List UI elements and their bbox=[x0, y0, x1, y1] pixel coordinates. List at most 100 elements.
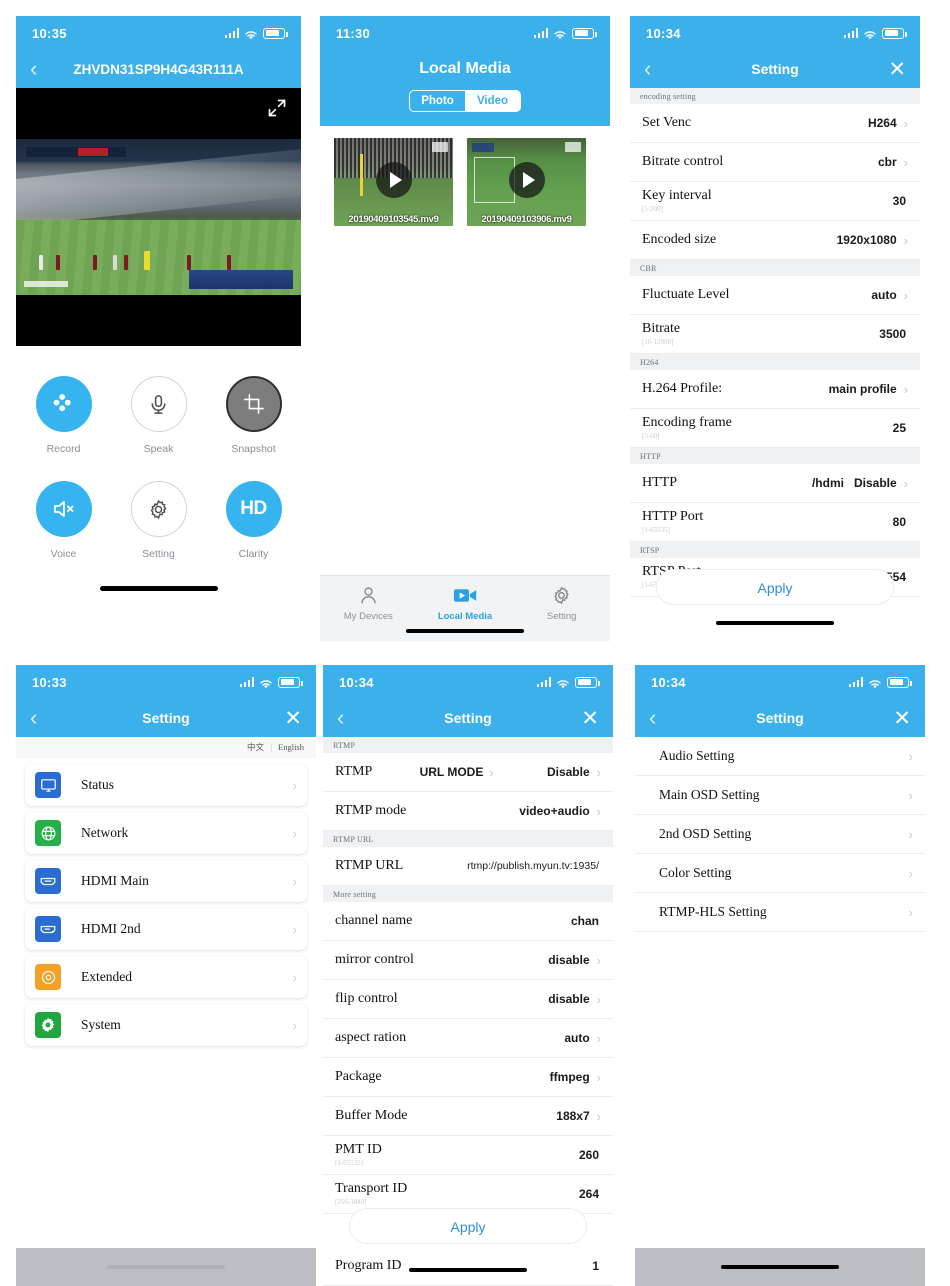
page-title: Setting bbox=[751, 61, 799, 77]
apply-button[interactable]: Apply bbox=[656, 569, 894, 605]
row-range-hint: [16-12000] bbox=[642, 337, 674, 346]
row-bitrate[interactable]: Bitrate [16-12000] 3500 bbox=[630, 315, 920, 354]
setting-label: Setting bbox=[142, 548, 175, 560]
row-flip-control[interactable]: flip control disable › bbox=[323, 980, 613, 1019]
play-icon[interactable] bbox=[375, 162, 412, 199]
menu-label: Extended bbox=[81, 969, 132, 984]
wifi-icon bbox=[244, 28, 258, 39]
target-icon bbox=[35, 964, 61, 990]
voice-button[interactable]: Voice bbox=[27, 481, 101, 560]
row-value: ffmpeg bbox=[549, 1070, 590, 1084]
menu-item-hdmi-main[interactable]: HDMI Main › bbox=[25, 860, 307, 902]
close-icon[interactable]: ✕ bbox=[888, 59, 906, 80]
home-bar bbox=[630, 605, 920, 641]
row-key-interval[interactable]: Key interval [5-200] 30 bbox=[630, 182, 920, 221]
row-key: Audio Setting bbox=[659, 747, 735, 763]
tab-my-devices[interactable]: My Devices bbox=[320, 585, 417, 622]
setting-button[interactable]: Setting bbox=[122, 481, 196, 560]
row-buffer-mode[interactable]: Buffer Mode 188x7 › bbox=[323, 1097, 613, 1136]
row-rtmp-mode[interactable]: RTMP mode video+audio › bbox=[323, 792, 613, 831]
media-thumbnail[interactable]: 20190409103545.mv9 bbox=[334, 138, 453, 226]
back-chevron-icon[interactable]: ‹ bbox=[337, 707, 344, 729]
wifi-icon bbox=[863, 28, 877, 39]
menu-item-hdmi-2nd[interactable]: HDMI 2nd › bbox=[25, 908, 307, 950]
menu-item-status[interactable]: Status › bbox=[25, 764, 307, 806]
lang-chinese[interactable]: 中文 bbox=[247, 742, 264, 752]
row-encoding-frame[interactable]: Encoding frame [5-60] 25 bbox=[630, 409, 920, 448]
back-chevron-icon[interactable]: ‹ bbox=[644, 58, 651, 80]
segment-video[interactable]: Video bbox=[465, 91, 520, 111]
row-http[interactable]: HTTP /hdmi Disable › bbox=[630, 464, 920, 503]
row-channel-name[interactable]: channel name chan bbox=[323, 902, 613, 941]
close-icon[interactable]: ✕ bbox=[893, 708, 911, 729]
clarity-button[interactable]: HD Clarity bbox=[217, 481, 291, 560]
row-encoded-size[interactable]: Encoded size 1920x1080 › bbox=[630, 221, 920, 260]
row-key: Color Setting bbox=[659, 864, 732, 880]
close-icon[interactable]: ✕ bbox=[284, 708, 302, 729]
back-chevron-icon[interactable]: ‹ bbox=[30, 58, 37, 80]
hdmi-port-icon bbox=[35, 916, 61, 942]
row-key: Buffer Mode bbox=[335, 1107, 408, 1123]
panel-setting-menu: 10:33 ‹ Setting ✕ 中文 | English Status › … bbox=[16, 665, 316, 1286]
home-indicator bbox=[107, 1264, 225, 1270]
media-type-segmented-control[interactable]: Photo Video bbox=[409, 90, 521, 112]
row-key: HTTP bbox=[642, 474, 677, 490]
segment-photo[interactable]: Photo bbox=[410, 91, 465, 111]
row-h264-profile[interactable]: H.264 Profile: main profile › bbox=[630, 370, 920, 409]
row-set-venc[interactable]: Set Venc H264 › bbox=[630, 104, 920, 143]
row-http-port[interactable]: HTTP Port [1-65535] 80 bbox=[630, 503, 920, 542]
home-indicator bbox=[721, 1264, 839, 1270]
row-audio-setting[interactable]: Audio Setting › bbox=[635, 737, 925, 776]
chevron-right-icon: › bbox=[903, 115, 908, 131]
row-package[interactable]: Package ffmpeg › bbox=[323, 1058, 613, 1097]
gear-icon bbox=[130, 481, 187, 537]
speak-button[interactable]: Speak bbox=[122, 376, 196, 455]
group-header: HTTP bbox=[630, 448, 920, 464]
signal-icon bbox=[239, 677, 254, 687]
menu-item-extended[interactable]: Extended › bbox=[25, 956, 307, 998]
menu-item-system[interactable]: System › bbox=[25, 1004, 307, 1046]
thumb-badge bbox=[432, 142, 448, 152]
row-rtmp-hls-setting[interactable]: RTMP-HLS Setting › bbox=[635, 893, 925, 932]
media-thumbnail[interactable]: 20190409103906.mv9 bbox=[467, 138, 586, 226]
chevron-right-icon: › bbox=[908, 826, 913, 842]
chevron-right-icon: › bbox=[908, 748, 913, 764]
lang-english[interactable]: English bbox=[278, 742, 304, 752]
back-chevron-icon[interactable]: ‹ bbox=[30, 707, 37, 729]
row-bitrate-control[interactable]: Bitrate control cbr › bbox=[630, 143, 920, 182]
fullscreen-icon[interactable] bbox=[267, 98, 287, 118]
chevron-right-icon: › bbox=[292, 777, 297, 793]
video-preview[interactable] bbox=[16, 88, 301, 346]
record-button[interactable]: Record bbox=[27, 376, 101, 455]
row-fluctuate-level[interactable]: Fluctuate Level auto › bbox=[630, 276, 920, 315]
snapshot-button[interactable]: Snapshot bbox=[217, 376, 291, 455]
row-program-id[interactable]: Program ID 1 bbox=[323, 1247, 613, 1286]
status-icons bbox=[848, 676, 912, 688]
play-icon[interactable] bbox=[508, 162, 545, 199]
menu-item-network[interactable]: Network › bbox=[25, 812, 307, 854]
tab-local-media[interactable]: Local Media bbox=[417, 585, 514, 622]
voice-label: Voice bbox=[50, 548, 77, 560]
tab-label: Local Media bbox=[437, 610, 493, 622]
row-color-setting[interactable]: Color Setting › bbox=[635, 854, 925, 893]
control-row-2: Voice Setting HD Clarity bbox=[16, 481, 301, 560]
row-rtmp[interactable]: RTMP URL MODE › Disable › bbox=[323, 753, 613, 792]
close-icon[interactable]: ✕ bbox=[581, 708, 599, 729]
back-chevron-icon[interactable]: ‹ bbox=[649, 707, 656, 729]
apply-container: Apply bbox=[323, 1208, 613, 1244]
row-aspect-ration[interactable]: aspect ration auto › bbox=[323, 1019, 613, 1058]
tab-setting[interactable]: Setting bbox=[513, 585, 610, 622]
row-2nd-osd-setting[interactable]: 2nd OSD Setting › bbox=[635, 815, 925, 854]
row-mirror-control[interactable]: mirror control disable › bbox=[323, 941, 613, 980]
chevron-right-icon: › bbox=[292, 1017, 297, 1033]
row-main-osd-setting[interactable]: Main OSD Setting › bbox=[635, 776, 925, 815]
row-rtmp-url[interactable]: RTMP URL rtmp://publish.myun.tv:1935/ bbox=[323, 847, 613, 886]
status-clock: 10:34 bbox=[651, 674, 686, 690]
apply-button[interactable]: Apply bbox=[349, 1208, 587, 1244]
lang-separator: | bbox=[270, 742, 272, 752]
date-stamp bbox=[24, 281, 68, 287]
row-pmt-id[interactable]: PMT ID [1-65535] 260 bbox=[323, 1136, 613, 1175]
stadium-roof bbox=[16, 147, 301, 228]
row-value: H264 bbox=[867, 116, 897, 130]
settings-list: encoding setting Set Venc H264 › Bitrate… bbox=[630, 88, 920, 641]
